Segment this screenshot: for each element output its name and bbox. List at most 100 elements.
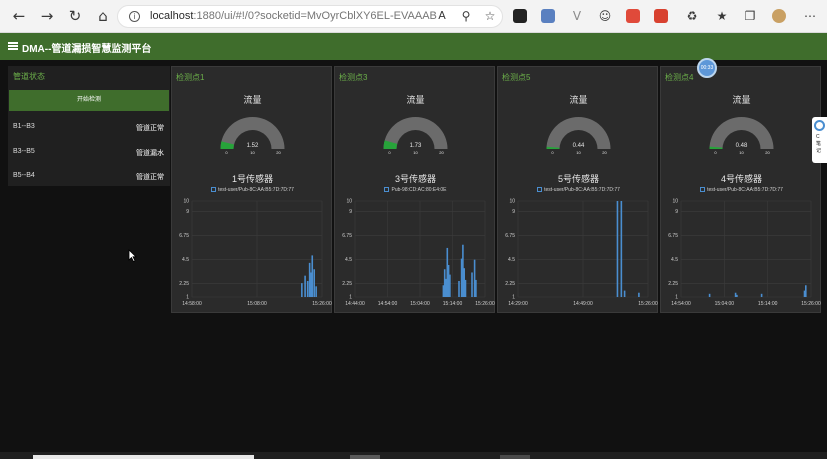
taskbar [0, 452, 827, 459]
note-widget[interactable]: C笔记 [812, 117, 827, 163]
extension-icon-5[interactable] [626, 9, 640, 23]
card-title: 检测点3 [339, 73, 368, 82]
gauge-max: 20 [276, 150, 281, 155]
mouse-cursor [128, 249, 137, 262]
pipe-name: B5--B4 [13, 172, 35, 179]
menu-icon[interactable]: ⋯ [802, 8, 818, 24]
x-tick-label: 15:26:00 [312, 301, 332, 307]
sensor-card: 检测点4 流量 4号传感器 test-user/Pub-8C:AA:B5:7D:7D:… [660, 66, 821, 313]
flow-chart: 10 9 6.75 4.5 2.25 114:54:00 15:04:00 15:14:00 1… [668, 199, 821, 308]
collections-icon[interactable]: ❐ [742, 8, 758, 24]
gauge-max: 20 [602, 150, 607, 155]
y-tick-label: 1 [186, 295, 189, 301]
legend-swatch [700, 187, 706, 192]
sensor-title: 4号传感器 [720, 174, 762, 184]
favorite-add-icon[interactable]: ☆ [482, 8, 498, 24]
pipe-name: B1--B3 [13, 123, 35, 130]
zoom-icon[interactable]: ⚲ [458, 8, 474, 24]
taskbar-item[interactable] [500, 455, 530, 459]
chart-bar [638, 292, 640, 297]
extensions-icon[interactable]: ♻ [684, 8, 700, 24]
extension-icon-1[interactable] [513, 9, 527, 23]
url-path: :1880/ui/#!/0?socketid=MvOyrCblXY6EL-EVA… [193, 10, 437, 22]
extension-icon-6[interactable] [654, 9, 668, 23]
gauge-max: 20 [765, 150, 770, 155]
sensor-card: 检测点3 流量 3号传感器 Pub-98:CD:AC:80:E4:0E 1.73 0 10 2… [334, 66, 495, 313]
app-header: DMA--管道漏损智慧监测平台 [0, 33, 827, 60]
flow-chart: 10 9 6.75 4.5 2.25 114:29:00 14:49:00 15:26:00 [505, 199, 658, 308]
y-tick-label: 1 [512, 295, 515, 301]
flow-gauge: 1.52 0 10 20 [220, 117, 285, 155]
url-host: localhost [150, 10, 194, 22]
chart-bar [471, 272, 473, 297]
x-tick-label: 15:14:00 [758, 301, 778, 307]
y-tick-label: 10 [509, 199, 515, 205]
y-tick-label: 10 [346, 199, 352, 205]
y-tick-label: 10 [672, 199, 678, 205]
sensor-card: 检测点5 流量 5号传感器 test-user/Pub-8C:AA:B5:7D:7D:… [497, 66, 658, 313]
extension-icon-3[interactable]: V [569, 8, 585, 24]
forward-icon[interactable]: → [39, 8, 55, 24]
hamburger-menu-icon[interactable] [8, 42, 18, 50]
gauge-mid: 10 [576, 150, 581, 155]
gauge-min: 0 [714, 150, 717, 155]
gauge-label: 流量 [569, 95, 588, 105]
x-tick-label: 14:54:00 [671, 301, 691, 307]
y-tick-label: 4.5 [508, 257, 515, 263]
y-tick-label: 4.5 [671, 257, 678, 263]
legend-swatch [211, 187, 217, 192]
chart-bar [306, 281, 309, 297]
x-tick-label: 14:29:00 [508, 301, 528, 307]
y-tick-label: 9 [186, 209, 189, 215]
sensor-title: 5号传感器 [557, 174, 599, 184]
y-tick-label: 6.75 [342, 233, 352, 239]
start-detection-button[interactable]: 开始检测 [9, 90, 169, 111]
app-title: DMA--管道漏损智慧监测平台 [22, 44, 152, 55]
flow-gauge: 0.48 0 10 20 [709, 117, 774, 155]
x-tick-label: 14:49:00 [573, 301, 593, 307]
pipe-status: 管道正常 [136, 125, 164, 132]
chart-bar [315, 286, 317, 297]
y-tick-label: 9 [349, 209, 352, 215]
pipe-row: B3--B5 管道漏水 [8, 140, 170, 164]
gauge-value: 1.52 [247, 143, 259, 149]
y-tick-label: 10 [183, 199, 189, 205]
profile-icon[interactable] [772, 9, 786, 23]
gauge-label: 流量 [243, 95, 262, 105]
x-tick-label: 15:04:00 [715, 301, 735, 307]
gauge-value: 0.48 [736, 143, 748, 149]
legend-swatch [384, 187, 390, 192]
chart-bar [805, 285, 807, 297]
refresh-icon[interactable]: ↻ [67, 8, 83, 24]
read-aloud-icon[interactable]: A [434, 8, 450, 24]
back-icon[interactable]: ← [11, 8, 27, 24]
gauge-max: 20 [439, 150, 444, 155]
gauge-value: 1.73 [410, 143, 422, 149]
clock-badge[interactable]: 00:33 [697, 58, 717, 78]
flow-chart: 10 9 6.75 4.5 2.25 114:58:00 15:08:00 15:26:00 [179, 199, 332, 308]
gauge-label: 流量 [406, 95, 425, 105]
taskbar-item[interactable] [33, 455, 254, 459]
x-tick-label: 14:58:00 [182, 301, 202, 307]
card-title: 检测点5 [502, 73, 531, 82]
x-tick-label: 14:44:00 [345, 301, 365, 307]
x-tick-label: 15:14:00 [443, 301, 463, 307]
gauge-mid: 10 [250, 150, 255, 155]
x-tick-label: 14:54:00 [378, 301, 398, 307]
info-icon[interactable]: i [129, 11, 140, 22]
taskbar-item[interactable] [350, 455, 380, 459]
extension-icon-2[interactable] [541, 9, 555, 23]
sensor-card: 检测点1 流量 1号传感器 test-user/Pub-8C:AA:B5:7D:7D:… [171, 66, 332, 313]
card-title: 检测点4 [665, 73, 694, 82]
favorites-icon[interactable]: ★ [714, 8, 730, 24]
y-tick-label: 2.25 [179, 281, 189, 287]
url-text: localhost:1880/ui/#!/0?socketid=MvOyrCbl… [150, 10, 437, 22]
gauge-min: 0 [551, 150, 554, 155]
chart-bar [304, 275, 306, 297]
pipe-status: 管道正常 [136, 174, 164, 181]
chart-bar [623, 290, 626, 297]
chart-bar [313, 269, 315, 297]
extension-icon-4[interactable]: ☺ [597, 8, 613, 24]
home-icon[interactable]: ⌂ [95, 8, 111, 24]
browser-toolbar: ← → ↻ ⌂ i localhost:1880/ui/#!/0?socketi… [0, 0, 827, 33]
